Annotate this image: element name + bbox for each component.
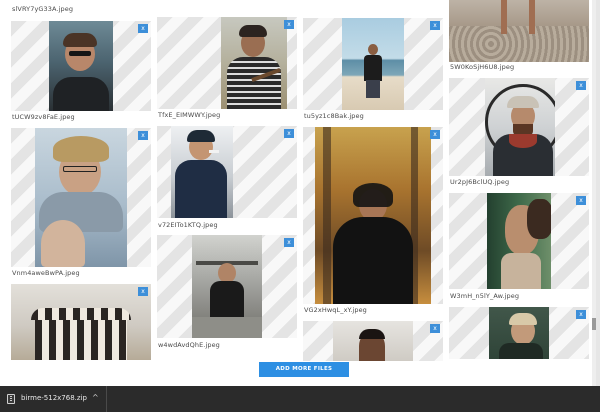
thumbnail-image <box>192 235 262 338</box>
remove-button[interactable]: x <box>430 130 440 139</box>
remove-button[interactable]: x <box>284 238 294 247</box>
image-tile[interactable]: x <box>11 128 151 267</box>
file-name: v72EITo1KTQ.jpeg <box>158 221 218 229</box>
thumbnail-image <box>221 17 287 109</box>
file-name: W3mH_n5lY_Aw.jpeg <box>450 292 520 300</box>
remove-button[interactable]: x <box>430 324 440 333</box>
file-name: Ur2pJ6BclUQ.jpeg <box>450 178 510 186</box>
remove-button[interactable]: x <box>138 24 148 33</box>
file-name: w4wdAvdQhE.jpeg <box>158 341 220 349</box>
thumbnail-image <box>171 126 233 218</box>
file-name: TfxE_EIMWWY.jpeg <box>158 111 221 119</box>
image-tile[interactable]: x <box>303 127 443 304</box>
file-name: 5W0KoSjH6U8.jpeg <box>450 63 515 71</box>
zip-file-icon <box>7 394 15 404</box>
image-tile[interactable]: x <box>157 235 297 338</box>
upload-panel: slVRY7yG33A.jpeg x tUCW9zv8FaE.jpeg x Vn… <box>0 0 596 386</box>
remove-button[interactable]: x <box>284 20 294 29</box>
file-name: VG2xHwqL_xY.jpeg <box>304 306 367 314</box>
image-tile[interactable]: x <box>303 321 443 361</box>
thumbnail-image <box>35 128 127 267</box>
image-tile[interactable]: x <box>157 17 297 109</box>
image-tile[interactable]: x <box>157 126 297 218</box>
chevron-up-icon[interactable]: ^ <box>92 393 99 402</box>
scrollbar[interactable] <box>592 0 596 386</box>
image-tile[interactable]: x <box>449 307 589 359</box>
remove-button[interactable]: x <box>576 196 586 205</box>
thumbnail-image <box>333 321 413 361</box>
add-more-files-button[interactable]: ADD MORE FILES <box>259 362 349 377</box>
thumbnail-image <box>11 284 151 360</box>
remove-button[interactable]: x <box>284 129 294 138</box>
thumbnail-image <box>49 21 113 111</box>
remove-button[interactable]: x <box>576 310 586 319</box>
image-tile[interactable] <box>449 0 589 62</box>
thumbnail-image <box>315 127 431 304</box>
download-bar: birme-512x768.zip ^ <box>0 386 600 412</box>
file-name: slVRY7yG33A.jpeg <box>12 5 74 13</box>
scrollbar-thumb[interactable] <box>592 318 596 330</box>
image-tile[interactable]: x <box>11 284 151 360</box>
remove-button[interactable]: x <box>138 287 148 296</box>
image-tile[interactable]: x <box>11 21 151 111</box>
thumbnail-image <box>485 78 555 176</box>
file-name: tu5yz1c8Bak.jpeg <box>304 112 364 120</box>
remove-button[interactable]: x <box>138 131 148 140</box>
download-filename: birme-512x768.zip <box>21 394 87 402</box>
image-tile[interactable]: x <box>449 193 589 289</box>
file-name: Vnm4aweBwPA.jpeg <box>12 269 80 277</box>
file-name: tUCW9zv8FaE.jpeg <box>12 113 75 121</box>
thumbnail-image <box>489 307 549 359</box>
thumbnail-image <box>487 193 551 289</box>
thumbnail-image <box>342 18 404 110</box>
image-tile[interactable]: x <box>449 78 589 176</box>
image-tile[interactable]: x <box>303 18 443 110</box>
remove-button[interactable]: x <box>430 21 440 30</box>
download-item[interactable]: birme-512x768.zip ^ <box>0 386 107 412</box>
thumbnail-image <box>449 0 589 62</box>
remove-button[interactable]: x <box>576 81 586 90</box>
